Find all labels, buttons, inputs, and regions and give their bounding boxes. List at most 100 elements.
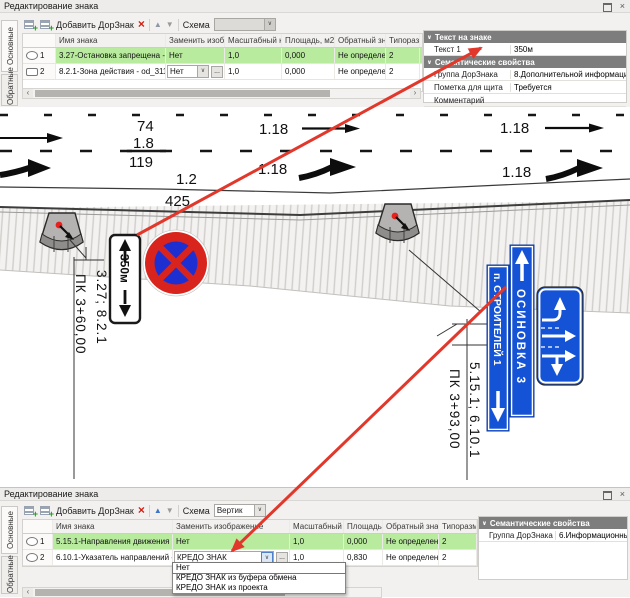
combo-arrow-icon[interactable]: ∨ [197,66,208,77]
marking-label: 1.8 [133,135,154,152]
delete-sign-icon[interactable]: × [138,19,145,30]
sign-shape-ellipse-icon [26,537,38,546]
toolbar: Добавить ДорЗнак × ▲ ▼ Схема ∨ [24,16,276,33]
col-scale[interactable]: Масштабный ко [290,520,344,533]
move-down-icon[interactable]: ▼ [166,20,174,30]
replace-combobox[interactable]: Нет∨ [167,65,209,78]
text-on-sign-header[interactable]: ∨Текст на знаке [424,31,626,43]
add-dorznak-button[interactable]: Добавить ДорЗнак [56,506,134,516]
tab-main-side[interactable]: Основные [1,20,18,72]
sign-shape-ellipse-icon [26,51,38,60]
row-number: 1 [40,537,44,546]
restore-icon[interactable] [603,491,612,502]
sign-5-15-1-lanes[interactable] [537,287,583,385]
dropdown-option[interactable]: КРЕДО ЗНАК из проекта [173,583,345,593]
replace-cell[interactable]: Нет∨ ... [166,64,225,79]
restore-icon[interactable] [603,3,612,14]
dim-right-sign-codes: 5.15.1; 6.10.1 [467,362,482,459]
col-area[interactable]: Площадь, [344,520,383,533]
marking-label: 74 [137,118,154,135]
properties-panel: ∨Семантические свойства Группа ДорЗнака6… [478,516,628,580]
marking-label: 425 [165,193,190,210]
size-cell[interactable]: 2 [386,64,420,79]
col-size[interactable]: Типоразмер [439,520,477,533]
collapse-icon[interactable]: ∨ [482,520,487,527]
row-number: 2 [40,67,44,76]
col-name[interactable]: Имя знака [53,520,173,533]
semantic-props-header[interactable]: ∨Семантические свойства [424,56,626,68]
sign-name-cell[interactable]: 5.15.1-Направления движения по полосам .… [53,534,173,549]
scale-cell[interactable]: 1,0 [225,48,282,63]
collapse-icon[interactable]: ∨ [427,59,432,66]
sign-name-cell[interactable]: 8.2.1-Зона действия - od_311 [56,64,166,79]
scrollbar-thumb[interactable] [35,90,330,97]
insert-row-icon-1[interactable] [24,505,36,516]
dropdown-option[interactable]: Нет [173,563,345,573]
semantic-props-header[interactable]: ∨Семантические свойства [479,517,627,529]
horizontal-scrollbar[interactable]: ‹ › [22,88,421,99]
close-icon[interactable]: × [620,2,625,11]
table-row[interactable]: 1 3.27-Остановка запрещена - od_106 Нет … [23,48,422,64]
insert-row-icon-1[interactable] [24,19,36,30]
reverse-cell[interactable]: Не определено [335,64,386,79]
replace-cell[interactable]: Нет [166,48,225,63]
reverse-cell[interactable]: Не определено [383,534,439,549]
delete-sign-icon[interactable]: × [138,505,145,516]
scheme-select: ∨ [214,18,276,31]
col-replace[interactable]: Заменить изображение [173,520,290,533]
prop-value[interactable]: Требуется [510,83,626,92]
dim-left-sign-codes: 3.27; 8.2.1 [94,270,109,345]
plan-view[interactable]: 74 1.8 119 1.2 425 1.18 1.18 1.18 1.18 3… [0,107,630,487]
sign-editor-panel-top: Редактирование знака × Основные Обратные… [0,0,630,108]
sign-name-cell[interactable]: 3.27-Остановка запрещена - od_106 [56,48,166,63]
collapse-icon[interactable]: ∨ [427,34,432,41]
sign-3-27-no-stopping[interactable] [143,230,209,296]
scale-cell[interactable]: 1,0 [225,64,282,79]
size-cell[interactable]: 2 [439,534,477,549]
sign-name-cell[interactable]: 6.10.1-Указатель направлений - od_233 [53,550,173,565]
prop-label: Пометка для щита [424,83,510,92]
close-icon[interactable]: × [620,490,625,499]
prop-value[interactable]: 350м [510,45,626,54]
insert-row-icon-2[interactable] [40,19,52,30]
insert-row-icon-2[interactable] [40,505,52,516]
size-cell[interactable]: 2 [439,550,477,565]
add-dorznak-button[interactable]: Добавить ДорЗнак [56,20,134,30]
col-area[interactable]: Площадь, м2 [282,34,335,47]
scheme-select[interactable]: Вертик∨ [214,504,266,517]
scheme-label: Схема [183,20,210,30]
move-down-icon[interactable]: ▼ [166,506,174,516]
table-row[interactable]: 2 8.2.1-Зона действия - od_311 Нет∨ ... … [23,64,422,80]
col-replace[interactable]: Заменить изобра [166,34,225,47]
col-scale[interactable]: Масштабный ко [225,34,282,47]
sign-6-10-1-direction[interactable]: п. СТРОИТЕЛЕЙ 1 ОСИНОВКА 3 [487,245,534,431]
table-header: Имя знака Заменить изображение Масштабны… [23,520,477,534]
marking-label: 1.18 [258,161,287,178]
reverse-cell[interactable]: Не определено [383,550,439,565]
replace-cell[interactable]: Нет [173,534,290,549]
size-cell[interactable]: 2 [386,48,420,63]
table-row[interactable]: 1 5.15.1-Направления движения по полосам… [23,534,477,550]
prop-label: Комментарий [424,96,510,105]
tab-reverse-side[interactable]: Обратные [1,74,18,106]
move-up-icon[interactable]: ▲ [154,506,162,516]
col-size[interactable]: Типораз [386,34,420,47]
col-reverse[interactable]: Обратный знак [335,34,386,47]
dropdown-option[interactable]: КРЕДО ЗНАК из буфера обмена [173,573,345,583]
browse-button[interactable]: ... [211,66,223,78]
scale-cell[interactable]: 1,0 [290,534,344,549]
sign-plate-8-2-1[interactable]: 350м [110,235,140,323]
scroll-right-icon[interactable]: › [410,89,420,98]
tab-main-side[interactable]: Основные [1,506,18,554]
col-reverse[interactable]: Обратный знак [383,520,439,533]
tab-reverse-side[interactable]: Обратные [1,556,18,594]
reverse-cell[interactable]: Не определено [335,48,386,63]
sign-shape-rect-icon [26,68,38,76]
sign-table: Имя знака Заменить изображение Масштабны… [22,519,478,567]
col-name[interactable]: Имя знака [56,34,166,47]
move-up-icon[interactable]: ▲ [154,20,162,30]
prop-value[interactable]: 6.Информационные [555,531,627,540]
scroll-left-icon[interactable]: ‹ [23,89,33,98]
sign-shape-ellipse-icon [26,553,38,562]
prop-value[interactable]: 8.Дополнительной информации [510,70,626,79]
